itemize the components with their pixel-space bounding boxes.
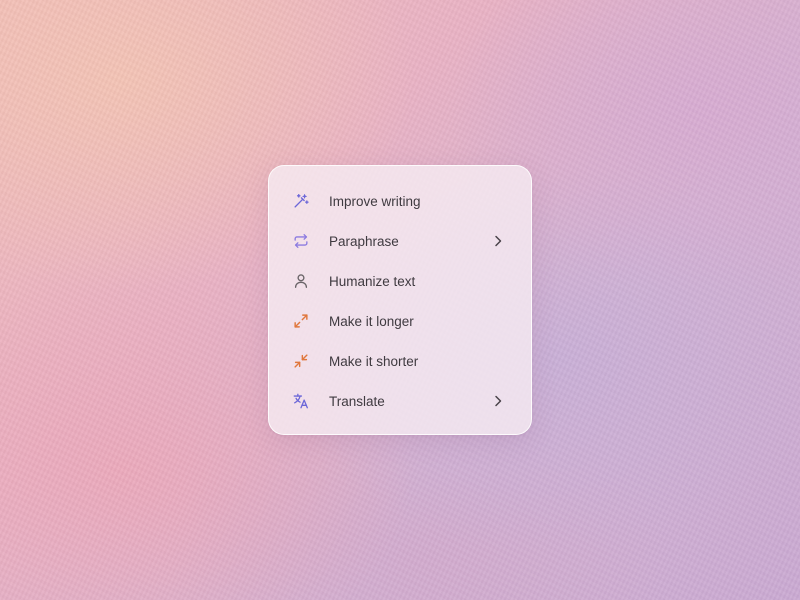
menu-item-make-longer[interactable]: Make it longer — [281, 301, 519, 341]
repeat-arrows-icon — [291, 231, 311, 251]
menu-item-label: Make it shorter — [329, 353, 419, 369]
expand-arrows-icon — [291, 311, 311, 331]
chevron-right-icon — [491, 394, 505, 408]
menu-item-make-shorter[interactable]: Make it shorter — [281, 341, 519, 381]
chevron-right-icon — [491, 234, 505, 248]
menu-item-paraphrase[interactable]: Paraphrase — [281, 221, 519, 261]
menu-item-label: Make it longer — [329, 313, 414, 329]
ai-writing-menu: Improve writing Paraphrase Humanize text — [268, 165, 532, 435]
translate-icon — [291, 391, 311, 411]
menu-item-humanize-text[interactable]: Humanize text — [281, 261, 519, 301]
menu-item-translate[interactable]: Translate — [281, 381, 519, 421]
person-icon — [291, 271, 311, 291]
menu-item-label: Improve writing — [329, 193, 421, 209]
menu-item-improve-writing[interactable]: Improve writing — [281, 181, 519, 221]
magic-wand-icon — [291, 191, 311, 211]
collapse-arrows-icon — [291, 351, 311, 371]
menu-item-label: Translate — [329, 393, 385, 409]
menu-item-label: Humanize text — [329, 273, 416, 289]
menu-item-label: Paraphrase — [329, 233, 399, 249]
